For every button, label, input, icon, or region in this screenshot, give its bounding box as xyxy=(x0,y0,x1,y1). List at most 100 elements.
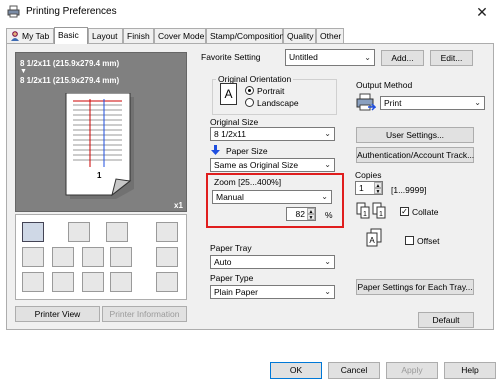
svg-text:1: 1 xyxy=(363,211,367,218)
svg-text:1: 1 xyxy=(379,211,383,218)
paper-type-select[interactable]: Plain Paper ⌄ xyxy=(210,285,335,299)
default-button[interactable]: Default xyxy=(418,312,474,328)
zoom-down-icon[interactable]: ▼ xyxy=(307,214,315,221)
chevron-down-icon: ⌄ xyxy=(324,287,331,296)
portrait-label: Portrait xyxy=(257,86,285,96)
preview-page-number: 1 xyxy=(97,171,102,180)
punch-icon xyxy=(22,272,44,292)
text-page-icon xyxy=(82,247,104,267)
output-method-label: Output Method xyxy=(356,80,413,90)
apply-button[interactable]: Apply xyxy=(386,362,438,379)
zoom-value: 82 xyxy=(295,209,305,219)
tab-my-tab[interactable]: My Tab xyxy=(6,28,54,43)
printing-preferences-window: Printing Preferences ✕ My Tab Basic Layo… xyxy=(0,0,500,384)
favorite-setting-label: Favorite Setting xyxy=(201,52,261,62)
zoom-mode-select[interactable]: Manual ⌄ xyxy=(212,190,332,204)
preview-paper-size: 8 1/2x11 (215.9x279.4 mm) xyxy=(20,76,120,85)
original-size-label: Original Size xyxy=(210,117,259,127)
copies-value: 1 xyxy=(359,183,364,193)
favorite-setting-select[interactable]: Untitled ⌄ xyxy=(285,49,375,66)
preview-original-size: 8 1/2x11 (215.9x279.4 mm) xyxy=(20,59,120,68)
booklet-icon xyxy=(52,247,74,267)
chevron-down-icon: ⌄ xyxy=(324,129,331,138)
edit-favorite-button[interactable]: Edit... xyxy=(430,50,473,66)
printer-view-button[interactable]: Printer View xyxy=(15,306,100,322)
collate-pages-icon: 1 1 xyxy=(356,202,386,219)
secure-print-icon xyxy=(156,272,178,292)
favorite-setting-value: Untitled xyxy=(289,52,318,62)
zoom-label: Zoom [25...400%] xyxy=(214,177,282,187)
collate-label: Collate xyxy=(412,207,439,217)
paper-tray-label: Paper Tray xyxy=(210,243,252,253)
print-output-icon xyxy=(356,93,376,111)
copy-icon xyxy=(106,222,128,242)
blue-arrow-down-icon xyxy=(211,145,220,155)
chevron-down-icon: ⌄ xyxy=(364,53,371,62)
paper-type-label: Paper Type xyxy=(210,273,254,283)
output-method-select[interactable]: Print ⌄ xyxy=(380,96,485,110)
copies-down-icon[interactable]: ▼ xyxy=(374,188,382,195)
staple-icon xyxy=(68,222,90,242)
svg-text:A: A xyxy=(369,236,375,245)
paper-tray-value: Auto xyxy=(214,257,232,267)
chevron-down-icon: ⌄ xyxy=(321,192,328,201)
title-bar: Printing Preferences ✕ xyxy=(0,0,500,24)
collate-checkbox[interactable]: ✓ xyxy=(400,207,409,216)
tab-cover-mode[interactable]: Cover Mode xyxy=(154,28,206,43)
layout-icon xyxy=(22,247,44,267)
add-favorite-button[interactable]: Add... xyxy=(381,50,424,66)
stamp-icon xyxy=(156,222,178,242)
portrait-radio[interactable] xyxy=(245,86,254,95)
printer-output-icon xyxy=(82,272,104,292)
paper-settings-for-each-tray-button[interactable]: Paper Settings for Each Tray... xyxy=(356,279,474,295)
tab-stamp-composition[interactable]: Stamp/Composition xyxy=(206,28,284,43)
zoom-unit: % xyxy=(325,210,333,220)
function-icon-area xyxy=(15,214,187,300)
arrow-down-icon: ▼ xyxy=(20,68,27,75)
tab-finish[interactable]: Finish xyxy=(123,28,154,43)
cancel-button[interactable]: Cancel xyxy=(328,362,380,379)
landscape-label: Landscape xyxy=(257,98,299,108)
printer-information-button[interactable]: Printer Information xyxy=(102,306,187,322)
preview-copies-badge: x1 xyxy=(174,201,183,210)
landscape-radio[interactable] xyxy=(245,98,254,107)
offset-label: Offset xyxy=(417,236,440,246)
portrait-a-icon: A xyxy=(220,83,237,105)
window-title: Printing Preferences xyxy=(26,6,117,17)
print-to-tray-icon xyxy=(22,222,44,242)
paper-size-label: Paper Size xyxy=(226,146,268,156)
user-auth-icon xyxy=(52,272,74,292)
paper-size-value: Same as Original Size xyxy=(214,160,299,170)
paper-size-select[interactable]: Same as Original Size ⌄ xyxy=(210,158,335,172)
tab-other[interactable]: Other xyxy=(316,28,344,43)
help-button[interactable]: Help xyxy=(444,362,496,379)
original-size-select[interactable]: 8 1/2x11 ⌄ xyxy=(210,127,335,141)
fold-icon xyxy=(110,272,132,292)
printer-icon xyxy=(7,5,20,18)
ok-button[interactable]: OK xyxy=(270,362,322,379)
offset-pages-icon: A xyxy=(366,228,382,247)
authentication-account-track-button[interactable]: Authentication/Account Track... xyxy=(356,147,474,163)
chevron-down-icon: ⌄ xyxy=(324,160,331,169)
tab-basic[interactable]: Basic xyxy=(54,27,88,44)
chevron-down-icon: ⌄ xyxy=(474,98,481,107)
page-preview: 8 1/2x11 (215.9x279.4 mm) ▼ 8 1/2x11 (21… xyxy=(15,52,187,212)
chevron-down-icon: ⌄ xyxy=(324,257,331,266)
user-icon xyxy=(11,31,19,41)
output-method-value: Print xyxy=(384,98,402,108)
paper-type-value: Plain Paper xyxy=(214,287,258,297)
original-size-value: 8 1/2x11 xyxy=(214,129,246,139)
tab-quality[interactable]: Quality xyxy=(283,28,316,43)
zoom-mode-value: Manual xyxy=(216,192,244,202)
page-thumbnail xyxy=(65,93,134,199)
close-icon[interactable]: ✕ xyxy=(472,4,492,20)
tab-layout[interactable]: Layout xyxy=(88,28,123,43)
copies-range: [1...9999] xyxy=(391,185,427,195)
user-settings-button[interactable]: User Settings... xyxy=(356,127,474,143)
paper-tray-select[interactable]: Auto ⌄ xyxy=(210,255,335,269)
watermark-icon xyxy=(156,247,178,267)
copies-label: Copies xyxy=(355,170,382,180)
cover-icon xyxy=(110,247,132,267)
offset-checkbox[interactable] xyxy=(405,236,414,245)
svg-text:A: A xyxy=(224,87,232,101)
